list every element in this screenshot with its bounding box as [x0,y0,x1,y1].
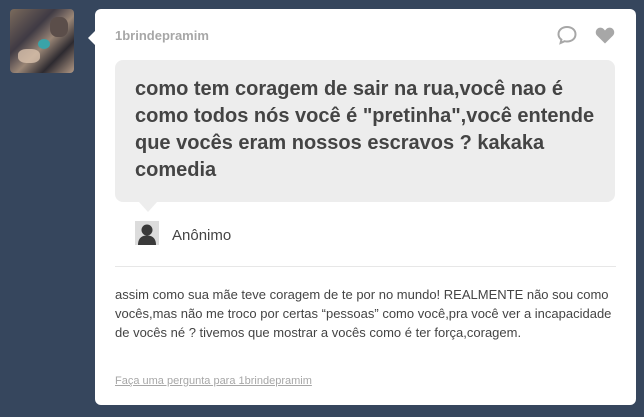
avatar-detail [50,17,68,37]
blog-avatar[interactable] [10,9,74,73]
avatar-detail [18,49,40,63]
asker-name: Anônimo [172,227,232,244]
ask-question-link[interactable]: Faça uma pergunta para 1brindepramim [115,375,312,387]
heart-icon[interactable] [594,24,616,46]
post-card: 1brindepramim como tem coragem de sair n… [88,9,636,405]
post-username[interactable]: 1brindepramim [115,28,209,43]
avatar-detail [38,39,50,49]
divider [115,266,616,267]
question-bubble: como tem coragem de sair na rua,você nao… [115,60,615,212]
reply-icon[interactable] [556,24,578,46]
answer-text: assim como sua mãe teve coragem de te po… [115,287,612,340]
question-text: como tem coragem de sair na rua,você nao… [135,78,595,181]
anonymous-avatar-icon [135,221,159,245]
